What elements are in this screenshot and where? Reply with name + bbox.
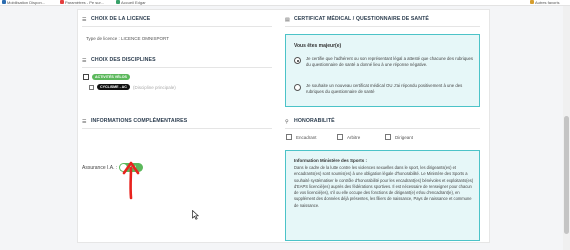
- group-badge: ACTIVITÉS VÉLOS: [92, 74, 130, 80]
- list-icon: ☰: [82, 58, 87, 64]
- option-negative-radio[interactable]: [294, 57, 301, 64]
- ministere-info-box: Information Ministère des Sports : Dans …: [285, 150, 480, 241]
- discipline-checkbox[interactable]: [89, 85, 94, 90]
- certificat-section-title: ▤ CERTIFICAT MÉDICAL / QUESTIONNAIRE DE S…: [285, 16, 429, 23]
- certificate-icon: ▤: [285, 17, 291, 23]
- mouse-cursor-icon: [192, 210, 199, 220]
- dirigeant-label: Dirigeant: [395, 135, 414, 140]
- bookmark-item[interactable]: Accueil Edgar: [116, 0, 146, 5]
- divider: [82, 67, 272, 68]
- discipline-principale-field[interactable]: (Discipline principale): [133, 85, 176, 90]
- encadrant-label: Encadrant: [296, 135, 317, 140]
- folder-icon: [530, 0, 534, 4]
- info-text: Dans le cadre de la lutte contre les vio…: [294, 165, 474, 208]
- bookmark-icon: [2, 0, 6, 4]
- pin-icon: ⚲: [285, 119, 289, 125]
- list-icon: ☰: [82, 17, 87, 23]
- infos-section-title: ☰ INFORMATIONS COMPLÉMENTAIRES: [82, 118, 188, 125]
- encadrant-checkbox[interactable]: [286, 134, 292, 140]
- licence-section-title: ☰ CHOIX DE LA LICENCE: [82, 16, 151, 23]
- divider: [82, 128, 272, 129]
- arbitre-checkbox[interactable]: [337, 134, 343, 140]
- option-new-certificate-radio[interactable]: [294, 84, 301, 91]
- scrollbar-thumb[interactable]: [564, 116, 569, 234]
- arbitre-label: Arbitre: [347, 135, 361, 140]
- honorabilite-section-title: ⚲ HONORABILITÉ: [285, 118, 335, 125]
- red-arrow-annotation: [122, 161, 140, 200]
- page-scrollbar[interactable]: [563, 6, 570, 250]
- discipline-group-checkbox[interactable]: [83, 74, 89, 80]
- bookmark-icon: [60, 0, 64, 4]
- info-title: Information Ministère des Sports :: [294, 158, 368, 163]
- list-icon: ☰: [82, 119, 87, 125]
- disciplines-section-title: ☰ CHOIX DES DISCIPLINES: [82, 57, 156, 64]
- divider: [285, 128, 480, 129]
- bookmark-icon: [116, 0, 120, 4]
- dirigeant-checkbox[interactable]: [385, 134, 391, 140]
- assurance-label: Assurance I.A. :: [82, 165, 118, 171]
- bookmark-item[interactable]: Paramètres - Pe sur...: [60, 0, 104, 5]
- bookmark-item[interactable]: Autres favoris: [530, 0, 559, 5]
- option-negative-label: Je certifie que l'adhérent ou son représ…: [306, 56, 474, 68]
- option-new-certificate-label: Je souhaite un nouveau certificat médica…: [306, 83, 463, 95]
- divider: [82, 26, 272, 27]
- discipline-badge: CYCLISME - AC: [97, 84, 130, 90]
- bookmark-item[interactable]: Mobilisation Dispon...: [2, 0, 45, 5]
- bookmarks-bar: Mobilisation Dispon... Paramètres - Pe s…: [0, 0, 570, 6]
- divider: [285, 26, 480, 27]
- licence-type: Type de licence : LICENCE OMNISPORT: [86, 36, 169, 41]
- majority-question: Vous êtes majeur(e): [294, 43, 342, 49]
- health-questionnaire-box: Vous êtes majeur(e) Je certifie que l'ad…: [285, 34, 480, 107]
